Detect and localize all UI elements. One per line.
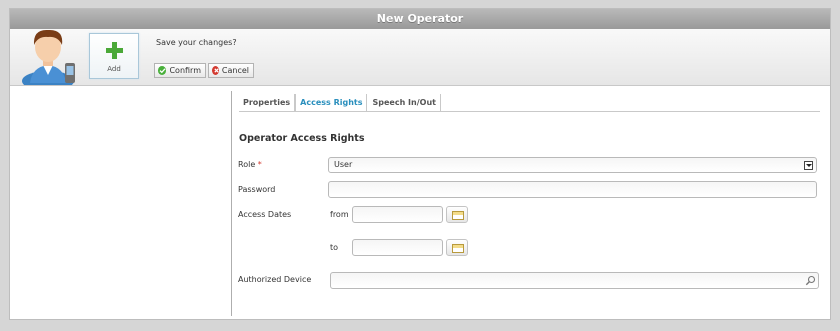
confirm-button-label: Confirm — [169, 66, 201, 75]
add-button[interactable]: Add — [89, 33, 139, 79]
content-area: Properties Access Rights Speech In/Out O… — [10, 86, 830, 320]
tab-bar: Properties Access Rights Speech In/Out — [239, 94, 820, 112]
tab-properties[interactable]: Properties — [239, 94, 296, 111]
to-date-field[interactable] — [352, 239, 443, 256]
section-title: Operator Access Rights — [239, 133, 365, 144]
access-dates-label: Access Dates — [238, 210, 292, 219]
search-icon[interactable] — [805, 275, 816, 286]
add-button-label: Add — [107, 65, 121, 73]
confirm-button[interactable]: Confirm — [154, 63, 206, 78]
plus-icon — [106, 42, 123, 59]
window-title: New Operator — [10, 9, 830, 29]
x-circle-icon — [212, 66, 219, 75]
save-prompt: Save your changes? — [156, 38, 237, 47]
authorized-device-label: Authorized Device — [238, 275, 312, 284]
panel-divider — [231, 91, 232, 316]
toolbar: Add Save your changes? Confirm Cancel — [10, 29, 830, 86]
required-marker: * — [257, 160, 262, 169]
from-calendar-icon[interactable] — [446, 206, 468, 223]
authorized-device-field[interactable] — [330, 272, 819, 289]
cancel-button[interactable]: Cancel — [208, 63, 254, 78]
operator-avatar-icon — [22, 29, 75, 85]
cancel-button-label: Cancel — [221, 66, 249, 75]
chevron-down-icon[interactable] — [804, 161, 813, 170]
tab-speech-in-out[interactable]: Speech In/Out — [367, 94, 441, 111]
password-field[interactable] — [328, 181, 817, 198]
password-label: Password — [238, 185, 276, 194]
role-label: Role — [238, 160, 256, 169]
operator-window: New Operator Add Save your changes? Conf… — [9, 8, 831, 320]
role-select-value: User — [334, 160, 353, 169]
to-calendar-icon[interactable] — [446, 239, 468, 256]
role-select[interactable]: User — [328, 157, 817, 173]
from-label: from — [330, 210, 349, 219]
to-label: to — [330, 243, 339, 252]
from-date-field[interactable] — [352, 206, 443, 223]
check-circle-icon — [158, 66, 167, 75]
role-label-row: Role * — [238, 160, 262, 169]
tab-access-rights[interactable]: Access Rights — [295, 94, 368, 111]
